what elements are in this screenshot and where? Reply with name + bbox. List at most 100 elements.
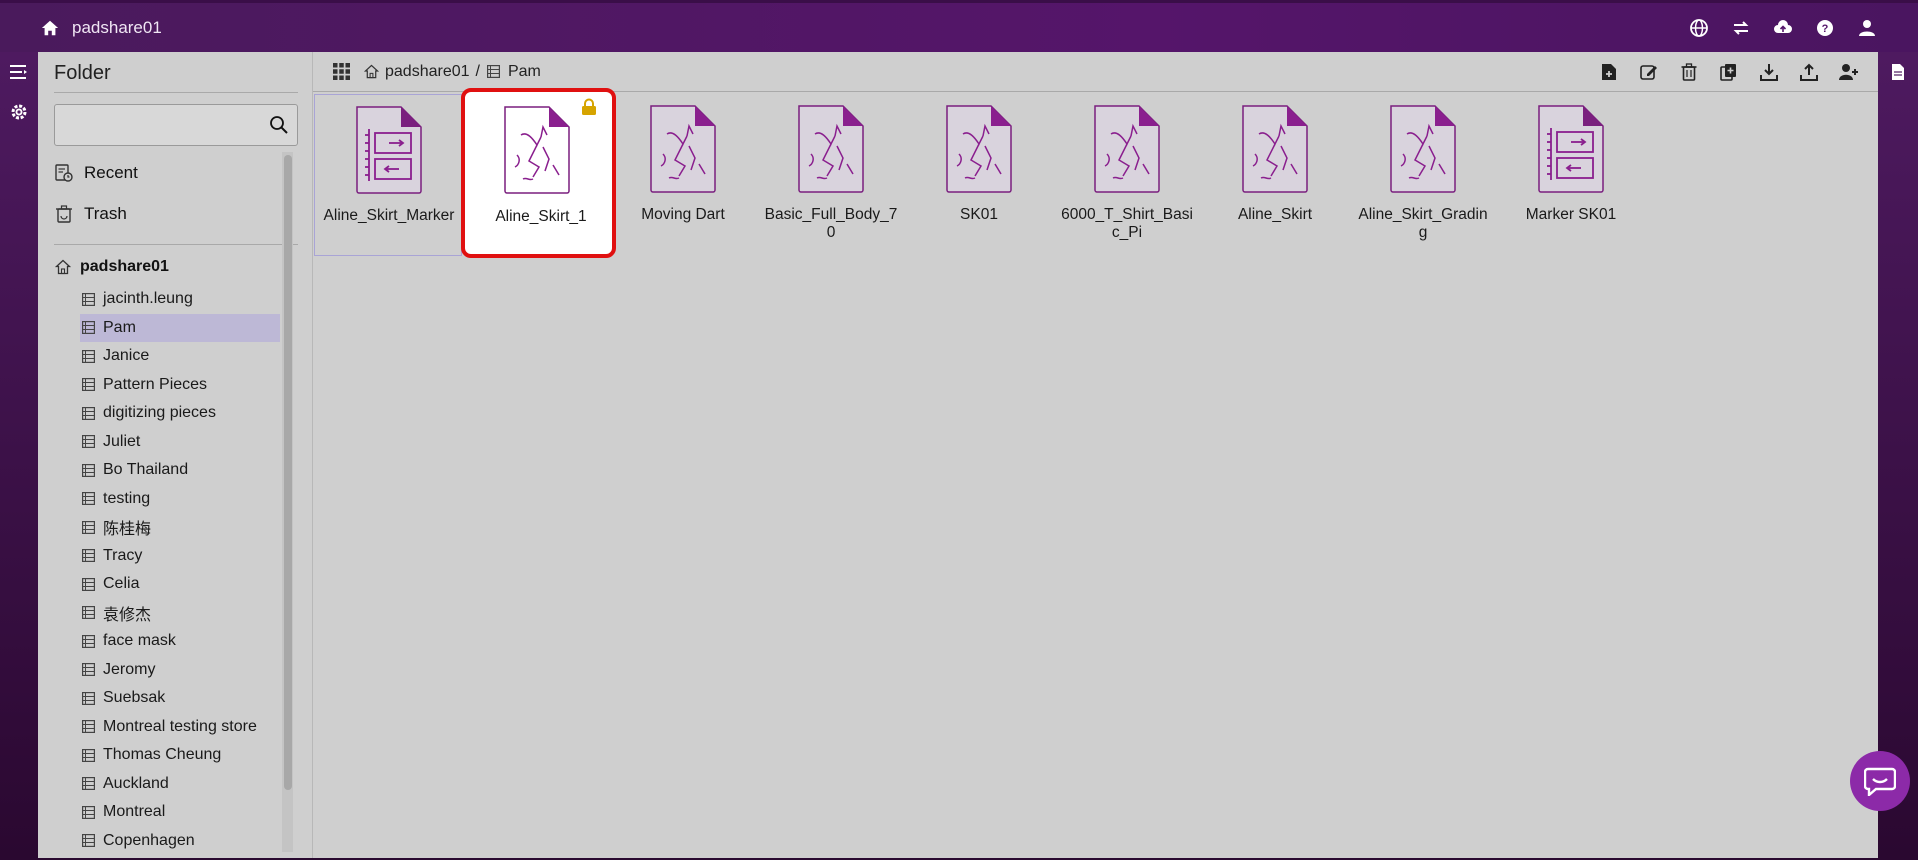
file-actions — [1598, 52, 1860, 92]
share-user-icon[interactable] — [1838, 61, 1860, 83]
sidebar-item-folder[interactable]: Juliet — [80, 428, 280, 457]
top-bar: padshare01 ? — [0, 0, 1918, 52]
sidebar-item-folder[interactable]: 袁修杰 — [80, 599, 280, 628]
sidebar-item-folder[interactable]: Tracy — [80, 542, 280, 571]
file-item-pattern[interactable]: SK01 — [905, 94, 1053, 256]
sidebar-item-folder[interactable]: face mask — [80, 627, 280, 656]
sidebar-item-folder[interactable]: Suebsak — [80, 684, 280, 713]
right-rail — [1878, 52, 1918, 860]
sidebar-item-label: Recent — [84, 163, 138, 182]
file-item-pattern[interactable]: Aline_Skirt — [1201, 94, 1349, 256]
folder-icon — [81, 805, 95, 819]
sidebar-item-recent[interactable]: Recent — [54, 158, 138, 188]
sidebar-item-folder[interactable]: 陈桂梅 — [80, 513, 280, 542]
transfer-icon[interactable] — [1730, 17, 1752, 39]
sidebar-item-folder[interactable]: Celia — [80, 570, 280, 599]
sidebar-item-folder[interactable]: digitizing pieces — [80, 399, 280, 428]
user-icon[interactable] — [1856, 17, 1878, 39]
pattern-file-icon — [1094, 105, 1160, 193]
chat-button[interactable] — [1850, 751, 1910, 811]
folder-label: testing — [103, 489, 151, 507]
folder-icon — [81, 378, 95, 392]
search-input[interactable] — [55, 105, 255, 143]
file-item-marker[interactable]: Aline_Skirt_Marker — [314, 94, 462, 256]
sidebar-item-folder[interactable]: Auckland — [80, 770, 280, 799]
file-item-pattern[interactable]: 6000_T_Shirt_Basic_Pi — [1053, 94, 1201, 256]
file-name: Aline_Skirt — [1237, 206, 1313, 223]
marker-file-icon — [356, 106, 422, 194]
sidebar-item-folder[interactable]: Thomas Cheung — [80, 741, 280, 770]
folder-icon — [81, 349, 95, 363]
folder-label: Bo Thailand — [103, 461, 189, 479]
home-icon[interactable] — [40, 18, 60, 38]
folder-label: Jeromy — [103, 660, 156, 678]
topbar-actions: ? — [1688, 3, 1878, 52]
settings-icon[interactable] — [0, 92, 38, 132]
file-item-pattern[interactable]: Aline_Skirt_Grading — [1349, 94, 1497, 256]
edit-icon[interactable] — [1638, 61, 1660, 83]
sidebar-scrollbar-thumb[interactable] — [284, 155, 292, 790]
file-name: Marker SK01 — [1525, 206, 1617, 223]
file-name: Aline_Skirt_1 — [495, 208, 587, 225]
file-name: Basic_Full_Body_70 — [764, 206, 898, 241]
file-name: 6000_T_Shirt_Basic_Pi — [1061, 206, 1193, 241]
sidebar-item-folder-active[interactable]: Pam — [80, 313, 280, 342]
pattern-file-icon — [650, 105, 716, 193]
sidebar-item-folder[interactable]: testing — [80, 485, 280, 514]
folder-label: Tracy — [103, 546, 143, 564]
help-icon[interactable]: ? — [1814, 17, 1836, 39]
sidebar-item-folder[interactable]: Janice — [80, 342, 280, 371]
folder-label: Montreal — [103, 803, 166, 821]
folder-label: face mask — [103, 632, 176, 650]
sidebar-item-folder[interactable]: Montreal testing store — [80, 713, 280, 742]
folder-label: Suebsak — [103, 689, 166, 707]
sidebar-item-folder[interactable]: jacinth.leung — [80, 285, 280, 314]
file-item-marker[interactable]: Marker SK01 — [1497, 94, 1645, 256]
breadcrumb-root[interactable]: padshare01 — [385, 63, 470, 81]
folder-icon — [81, 834, 95, 848]
recent-icon — [54, 163, 74, 183]
file-item-pattern[interactable]: Basic_Full_Body_70 — [757, 94, 905, 256]
root-folder-label: padshare01 — [80, 258, 169, 275]
file-item-pattern-locked[interactable]: Aline_Skirt_1 — [461, 88, 616, 258]
folder-icon — [81, 663, 95, 677]
sidebar-item-folder[interactable]: Montreal — [80, 798, 280, 827]
folder-label: Montreal testing store — [103, 717, 257, 735]
new-file-icon[interactable] — [1598, 61, 1620, 83]
sidebar-item-trash[interactable]: Trash — [54, 199, 127, 229]
folder-icon — [81, 463, 95, 477]
sidebar-item-folder[interactable]: Jeromy — [80, 656, 280, 685]
app-title: padshare01 — [72, 17, 162, 37]
file-browser: padshare01 / Pam Aline_Skirt_Marker Alin… — [313, 52, 1878, 858]
download-icon[interactable] — [1758, 61, 1780, 83]
sidebar-item-label: Trash — [84, 204, 127, 223]
folder-label: jacinth.leung — [103, 290, 193, 308]
menu-toggle-icon[interactable] — [0, 52, 38, 92]
folder-label: Thomas Cheung — [103, 746, 222, 764]
folder-icon — [81, 406, 95, 420]
search-icon[interactable] — [269, 115, 289, 135]
svg-text:?: ? — [1822, 23, 1829, 35]
cloud-upload-icon[interactable] — [1772, 17, 1794, 39]
file-name: Aline_Skirt_Marker — [323, 207, 455, 224]
sidebar-item-folder[interactable]: Bo Thailand — [80, 456, 280, 485]
delete-icon[interactable] — [1678, 61, 1700, 83]
file-item-pattern[interactable]: Moving Dart — [609, 94, 757, 256]
upload-icon[interactable] — [1798, 61, 1820, 83]
divider — [54, 92, 298, 93]
pattern-file-icon — [504, 106, 570, 194]
pattern-file-icon — [798, 105, 864, 193]
folder-icon — [81, 748, 95, 762]
breadcrumb-separator: / — [475, 62, 480, 80]
sidebar-root-folder[interactable]: padshare01 — [54, 252, 169, 282]
folder-icon — [81, 435, 95, 449]
folder-label: Copenhagen — [103, 831, 195, 849]
home-outline-icon — [54, 258, 72, 276]
sidebar-item-folder[interactable]: Pattern Pieces — [80, 371, 280, 400]
folder-icon — [81, 549, 95, 563]
globe-icon[interactable] — [1688, 17, 1710, 39]
grid-view-icon[interactable] — [331, 62, 351, 82]
copy-icon[interactable] — [1718, 61, 1740, 83]
sidebar-item-folder[interactable]: Copenhagen — [80, 827, 280, 856]
document-panel-icon[interactable] — [1878, 52, 1918, 92]
